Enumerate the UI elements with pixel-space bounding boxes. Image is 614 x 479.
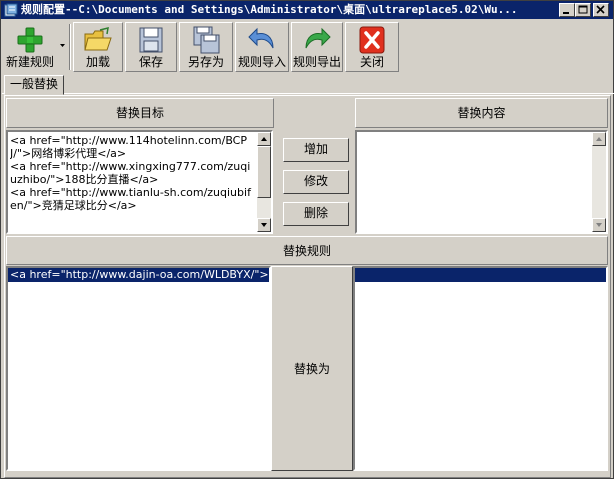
arrow-down-icon — [261, 223, 267, 227]
target-scrollbar[interactable] — [257, 132, 271, 232]
target-text[interactable]: <a href="http://www.114hotelinn.com/BCPJ… — [10, 134, 255, 230]
app-icon — [4, 3, 18, 17]
target-textbox[interactable]: <a href="http://www.114hotelinn.com/BCPJ… — [6, 130, 273, 234]
minimize-icon — [563, 12, 569, 14]
general-replace-panel: 替换目标 替换内容 <a href="http://www.114hotelin… — [4, 95, 611, 478]
rules-list-item-selected[interactable]: <a href="http://www.dajin-oa.com/WLDBYX/… — [8, 268, 269, 282]
tab-label: 一般替换 — [9, 77, 58, 91]
content-header: 替换内容 — [355, 98, 608, 128]
add-button-label: 增加 — [303, 142, 328, 156]
new-rule-button[interactable]: 新建规则 — [2, 22, 58, 72]
chevron-down-icon — [60, 44, 65, 47]
close-x-icon — [359, 26, 385, 54]
rules-header: 替换规则 — [6, 236, 608, 265]
window-title: 规则配置--C:\Documents and Settings\Administ… — [21, 3, 518, 16]
folder-open-icon — [84, 26, 112, 51]
modify-button-label: 修改 — [303, 174, 328, 188]
toolbar-separator — [69, 24, 71, 70]
modify-button[interactable]: 修改 — [283, 170, 349, 194]
content-header-label: 替换内容 — [457, 106, 506, 120]
rules-content-item-selected[interactable] — [355, 268, 606, 282]
content-scrollbar[interactable] — [592, 132, 606, 232]
rules-content-list[interactable] — [353, 266, 608, 471]
content-text[interactable] — [359, 134, 590, 230]
arrow-up-icon — [596, 137, 602, 141]
save-button[interactable]: 保存 — [125, 22, 177, 72]
delete-button-label: 删除 — [303, 206, 328, 220]
scroll-down-button[interactable] — [592, 218, 606, 232]
export-rules-button[interactable]: 规则导出 — [291, 22, 343, 72]
scroll-up-button[interactable] — [257, 132, 271, 146]
target-header-label: 替换目标 — [115, 106, 164, 120]
content-textbox[interactable] — [355, 130, 608, 234]
maximize-icon — [578, 5, 588, 14]
tab-general-replace[interactable]: 一般替换 — [4, 75, 64, 95]
close-window-button[interactable] — [593, 3, 609, 17]
scroll-up-button[interactable] — [592, 132, 606, 146]
import-arrow-icon — [248, 27, 274, 49]
export-rules-label: 规则导出 — [292, 55, 341, 69]
replace-with-button[interactable]: 替换为 — [271, 266, 353, 471]
close-button[interactable]: 关闭 — [345, 22, 399, 72]
toolbar: 新建规则 加载 保存 另存为 规则导入 规则导出 关闭 — [2, 20, 614, 74]
new-rule-dropdown[interactable] — [57, 22, 68, 72]
plus-icon — [17, 27, 43, 53]
rules-header-label: 替换规则 — [282, 244, 331, 258]
maximize-button[interactable] — [575, 3, 591, 17]
floppy-disk-icon — [139, 27, 163, 53]
tab-strip: 一般替换 — [2, 74, 614, 95]
save-as-label: 另存为 — [187, 55, 224, 69]
load-label: 加载 — [85, 55, 110, 69]
new-rule-label: 新建规则 — [5, 55, 54, 69]
rules-target-list[interactable]: <a href="http://www.dajin-oa.com/WLDBYX/… — [6, 266, 271, 471]
save-label: 保存 — [138, 55, 163, 69]
import-rules-button[interactable]: 规则导入 — [235, 22, 289, 72]
minimize-button[interactable] — [559, 3, 575, 17]
rule-config-window: 规则配置--C:\Documents and Settings\Administ… — [0, 0, 614, 479]
scroll-thumb[interactable] — [257, 146, 271, 198]
save-as-icon — [193, 26, 220, 54]
add-button[interactable]: 增加 — [283, 138, 349, 162]
replace-with-label: 替换为 — [293, 361, 330, 376]
save-as-button[interactable]: 另存为 — [179, 22, 233, 72]
delete-button[interactable]: 删除 — [283, 202, 349, 226]
arrow-down-icon — [596, 223, 602, 227]
title-bar[interactable]: 规则配置--C:\Documents and Settings\Administ… — [1, 1, 613, 19]
close-icon — [596, 5, 605, 14]
import-rules-label: 规则导入 — [237, 55, 286, 69]
scroll-down-button[interactable] — [257, 218, 271, 232]
export-arrow-icon — [305, 27, 331, 49]
close-label: 关闭 — [359, 55, 384, 69]
load-button[interactable]: 加载 — [73, 22, 123, 72]
target-header: 替换目标 — [6, 98, 274, 128]
arrow-up-icon — [261, 137, 267, 141]
